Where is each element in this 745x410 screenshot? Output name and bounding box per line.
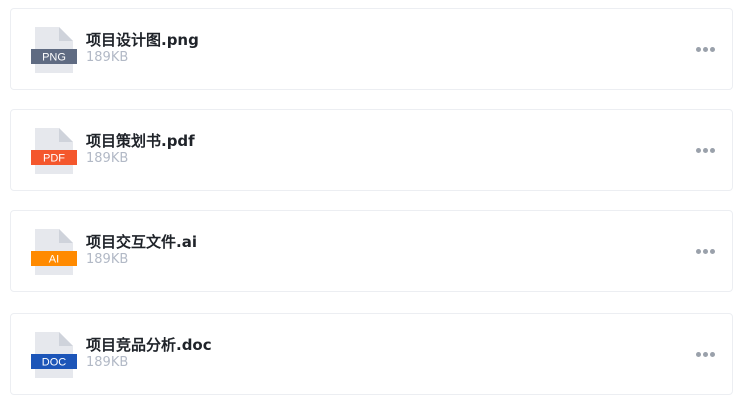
more-horizontal-icon	[696, 148, 701, 153]
file-name: 项目交互文件.ai	[86, 233, 197, 251]
more-options-button[interactable]	[696, 44, 718, 56]
ai-file-icon: AI	[31, 228, 77, 276]
doc-file-icon: DOC	[31, 331, 77, 379]
file-size: 189KB	[86, 355, 129, 370]
file-card-pdf[interactable]: PDF 项目策划书.pdf 189KB	[10, 109, 733, 191]
file-size: 189KB	[86, 151, 129, 166]
file-name: 项目策划书.pdf	[86, 132, 195, 150]
more-options-button[interactable]	[696, 349, 718, 361]
file-type-label: PNG	[42, 52, 66, 64]
more-horizontal-icon	[696, 352, 701, 357]
more-options-button[interactable]	[696, 246, 718, 258]
file-type-label: DOC	[42, 357, 67, 369]
file-name: 项目竞品分析.doc	[86, 336, 212, 354]
pdf-file-icon: PDF	[31, 127, 77, 175]
png-file-icon: PNG	[31, 26, 77, 74]
file-size: 189KB	[86, 50, 129, 65]
more-horizontal-icon	[696, 47, 701, 52]
file-type-label: PDF	[43, 153, 65, 165]
file-list: PNG 项目设计图.png 189KB PDF 项目策划书.pdf 189KB	[0, 0, 745, 410]
file-name: 项目设计图.png	[86, 31, 199, 49]
file-size: 189KB	[86, 252, 129, 267]
file-card-ai[interactable]: AI 项目交互文件.ai 189KB	[10, 210, 733, 292]
file-type-label: AI	[49, 254, 59, 266]
more-horizontal-icon	[696, 249, 701, 254]
file-card-png[interactable]: PNG 项目设计图.png 189KB	[10, 8, 733, 90]
more-options-button[interactable]	[696, 145, 718, 157]
file-card-doc[interactable]: DOC 项目竞品分析.doc 189KB	[10, 313, 733, 395]
